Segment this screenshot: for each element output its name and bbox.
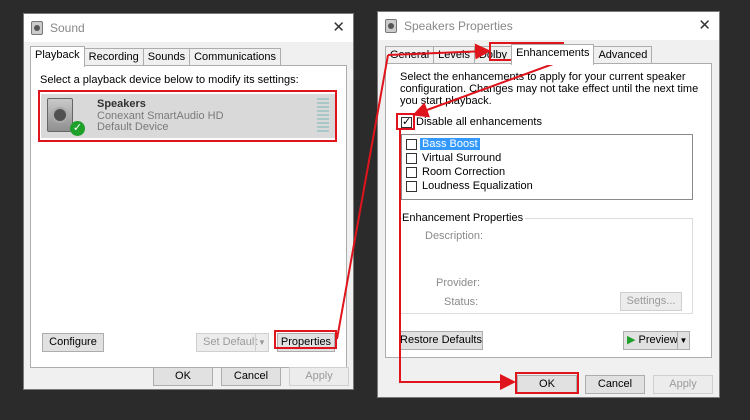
- list-item[interactable]: Loudness Equalization: [402, 180, 682, 193]
- enhancements-list: Bass Boost Virtual Surround Room Correct…: [401, 134, 693, 200]
- bass-boost-label: Bass Boost: [420, 138, 480, 150]
- set-default-button[interactable]: Set Default ▼: [196, 333, 269, 352]
- speakers-properties-window: Speakers Properties ✕ General Levels Dol…: [377, 11, 720, 398]
- set-default-label: Set Default: [203, 336, 258, 348]
- disable-all-label: Disable all enhancements: [416, 116, 542, 128]
- virtual-surround-label: Virtual Surround: [422, 152, 502, 164]
- default-check-icon: ✓: [70, 121, 85, 136]
- loudness-equalization-checkbox[interactable]: [406, 181, 417, 192]
- close-icon[interactable]: ✕: [698, 16, 711, 34]
- properties-button[interactable]: Properties: [277, 333, 335, 352]
- list-item[interactable]: Virtual Surround: [402, 152, 682, 165]
- group-title: Enhancement Properties: [402, 212, 526, 224]
- sound-titlebar[interactable]: Sound ✕: [24, 14, 353, 42]
- loudness-equalization-label: Loudness Equalization: [422, 180, 533, 192]
- sound-window: Sound ✕ Playback Recording Sounds Commun…: [23, 13, 354, 390]
- device-name: Speakers: [97, 98, 146, 110]
- enhancements-panel: Select the enhancements to apply for you…: [385, 63, 712, 358]
- device-speakers[interactable]: ✓ Speakers Conexant SmartAudio HD Defaul…: [41, 94, 337, 138]
- preview-button[interactable]: ▶ Preview ▼: [623, 331, 690, 350]
- settings-button[interactable]: Settings...: [620, 292, 682, 311]
- properties-apply-button[interactable]: Apply: [653, 375, 713, 394]
- description-label: Description:: [425, 230, 484, 242]
- enhancements-instruction: Select the enhancements to apply for you…: [400, 71, 699, 107]
- sound-cancel-button[interactable]: Cancel: [221, 367, 281, 386]
- device-status: Default Device: [97, 121, 169, 133]
- room-correction-label: Room Correction: [422, 166, 506, 178]
- sound-title: Sound: [50, 21, 85, 35]
- tab-playback[interactable]: Playback: [30, 46, 85, 67]
- bass-boost-checkbox[interactable]: [406, 139, 417, 150]
- preview-label: Preview: [638, 334, 678, 346]
- sound-apply-button[interactable]: Apply: [289, 367, 349, 386]
- status-label: Status:: [444, 296, 479, 308]
- room-correction-checkbox[interactable]: [406, 167, 417, 178]
- properties-title: Speakers Properties: [404, 19, 513, 33]
- play-icon: ▶: [627, 334, 636, 346]
- enhancement-properties-group: Enhancement Properties Description: Prov…: [399, 212, 693, 314]
- list-item[interactable]: Bass Boost: [402, 138, 682, 151]
- tab-enhancements[interactable]: Enhancements: [511, 44, 595, 65]
- properties-titlebar[interactable]: Speakers Properties ✕: [378, 12, 719, 40]
- volume-level-meter: [317, 98, 329, 132]
- properties-ok-button[interactable]: OK: [517, 375, 577, 394]
- chevron-down-icon: ▼: [677, 332, 689, 349]
- disable-all-checkbox[interactable]: ✓: [401, 116, 412, 128]
- chevron-down-icon: ▼: [255, 334, 268, 351]
- provider-label: Provider:: [436, 277, 481, 289]
- playback-panel: Select a playback device below to modify…: [30, 65, 347, 368]
- properties-cancel-button[interactable]: Cancel: [585, 375, 645, 394]
- virtual-surround-checkbox[interactable]: [406, 153, 417, 164]
- close-icon[interactable]: ✕: [332, 18, 345, 36]
- sound-ok-button[interactable]: OK: [153, 367, 213, 386]
- speaker-app-icon: [31, 21, 43, 35]
- playback-instruction: Select a playback device below to modify…: [40, 74, 299, 86]
- checkmark-icon: ✓: [402, 116, 412, 128]
- restore-defaults-button[interactable]: Restore Defaults: [399, 331, 483, 350]
- speaker-app-icon: [385, 19, 397, 33]
- list-item[interactable]: Room Correction: [402, 166, 682, 179]
- configure-button[interactable]: Configure: [42, 333, 104, 352]
